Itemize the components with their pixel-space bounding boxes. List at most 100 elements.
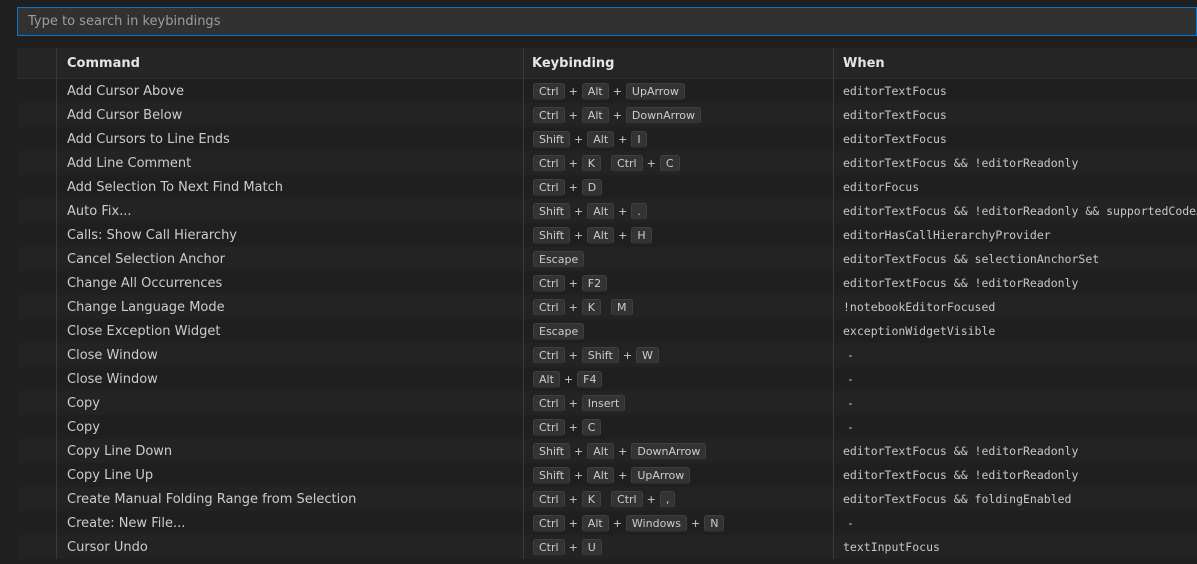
command-label: Add Line Comment — [67, 155, 192, 171]
key-label: K — [581, 154, 602, 172]
table-row[interactable]: Add Selection To Next Find Match Ctrl + Ded… — [17, 175, 1197, 199]
when-clause: editorTextFocus && foldingEnabled — [843, 492, 1072, 506]
table-row[interactable]: Add Cursor Below Ctrl + Alt + DownArrow editor… — [17, 103, 1197, 127]
key-label: U — [581, 538, 602, 556]
table-row[interactable]: Change All Occurrences Ctrl + F2 editorTextF… — [17, 271, 1197, 295]
key-label: K — [581, 490, 602, 508]
keybinding-cell[interactable]: Shift + Alt + H — [532, 223, 832, 247]
plus-separator: + — [612, 516, 622, 530]
key-label: Ctrl — [533, 178, 565, 196]
table-header: Command Keybinding When — [17, 48, 1197, 79]
command-label: Add Cursor Below — [67, 107, 183, 123]
key-label: D — [581, 178, 603, 196]
column-divider[interactable] — [833, 48, 834, 559]
table-row[interactable]: Copy Line Down Shift + Alt + DownArrow editorT… — [17, 439, 1197, 463]
table-row[interactable]: Create Manual Folding Range from Selecti… — [17, 487, 1197, 511]
column-header-keybinding[interactable]: Keybinding — [532, 48, 832, 78]
table-row[interactable]: Add Cursor Above Ctrl + Alt + UpArrow editorTe… — [17, 79, 1197, 103]
table-row[interactable]: Create: New File... Ctrl + Alt + Windows + N - — [17, 511, 1197, 535]
table-row[interactable]: Calls: Show Call Hierarchy Shift + Alt + Hedi… — [17, 223, 1197, 247]
key-label: Alt — [587, 130, 615, 148]
table-row[interactable]: Copy Line Up Shift + Alt + UpArrow editorTextF… — [17, 463, 1197, 487]
plus-separator: + — [622, 348, 633, 362]
plus-separator: + — [568, 300, 578, 314]
key-label: Alt — [587, 442, 615, 460]
key-label: Ctrl — [533, 298, 565, 316]
key-label: Shift — [533, 226, 571, 244]
keybinding-cell[interactable]: Ctrl + Alt + Windows + N — [532, 511, 832, 535]
table-row[interactable]: Add Cursors to Line Ends Shift + Alt + Iedito… — [17, 127, 1197, 151]
key-label: Shift — [581, 346, 619, 364]
keybinding-cell[interactable]: Ctrl + D — [532, 175, 832, 199]
key-label: Escape — [533, 250, 585, 268]
key-label: Ctrl — [611, 490, 643, 508]
table-row[interactable]: Close Window Ctrl + Shift + W - — [17, 343, 1197, 367]
keybinding-cell[interactable]: Ctrl + Insert — [532, 391, 832, 415]
command-label: Cancel Selection Anchor — [67, 251, 226, 267]
column-divider[interactable] — [523, 48, 524, 559]
plus-separator: + — [568, 156, 578, 170]
key-label: W — [636, 346, 659, 364]
table-body: Add Cursor Above Ctrl + Alt + UpArrow editorTe… — [17, 79, 1197, 559]
table-row[interactable]: Close Window Alt + F4 - — [17, 367, 1197, 391]
keybinding-cell[interactable]: Ctrl + Alt + DownArrow — [532, 103, 832, 127]
key-label: C — [659, 154, 680, 172]
key-label: DownArrow — [625, 106, 701, 124]
keybindings-table: Command Keybinding When Add Cursor Above… — [17, 48, 1197, 559]
plus-separator: + — [568, 180, 578, 194]
keybinding-cell[interactable]: Shift + Alt + DownArrow — [532, 439, 832, 463]
key-label: H — [631, 226, 652, 244]
keybinding-cell[interactable]: Ctrl + U — [532, 535, 832, 559]
plus-separator: + — [563, 372, 574, 386]
table-row[interactable]: Add Line Comment Ctrl + K Ctrl + CeditorTextFo… — [17, 151, 1197, 175]
when-clause: editorTextFocus && selectionAnchorSet — [843, 252, 1100, 266]
keybinding-cell[interactable]: Shift + Alt +. — [532, 199, 832, 223]
when-clause: editorTextFocus — [843, 108, 947, 122]
plus-separator: + — [646, 156, 656, 170]
column-header-command[interactable]: Command — [67, 48, 522, 78]
when-clause: - — [847, 348, 854, 362]
table-row[interactable]: Cancel Selection Anchor Escape editorTextF… — [17, 247, 1197, 271]
plus-separator: + — [691, 516, 701, 530]
keybinding-cell[interactable]: Ctrl + K Ctrl +, — [532, 487, 832, 511]
table-row[interactable]: Cursor Undo Ctrl + UtextInputFocus — [17, 535, 1197, 559]
key-label: Escape — [533, 322, 585, 340]
keybinding-cell[interactable]: Escape — [532, 247, 832, 271]
keybinding-cell[interactable]: Shift + Alt + UpArrow — [532, 463, 832, 487]
key-label: Alt — [581, 82, 609, 100]
keybindings-search-input[interactable] — [17, 7, 1197, 36]
keybinding-cell[interactable]: Ctrl + Shift + W — [532, 343, 832, 367]
key-label: Ctrl — [533, 418, 565, 436]
keybinding-cell[interactable]: Ctrl + C — [532, 415, 832, 439]
key-label: Shift — [533, 130, 571, 148]
plus-separator: + — [618, 204, 628, 218]
plus-separator: + — [574, 204, 584, 218]
plus-separator: + — [612, 108, 622, 122]
key-label: N — [704, 514, 725, 532]
table-row[interactable]: Change Language Mode Ctrl + K M !notebookEdit… — [17, 295, 1197, 319]
plus-separator: + — [568, 84, 578, 98]
column-header-when[interactable]: When — [843, 48, 1197, 78]
plus-separator: + — [568, 396, 578, 410]
table-row[interactable]: Copy Ctrl + Insert - — [17, 391, 1197, 415]
key-label: Ctrl — [533, 538, 565, 556]
plus-separator: + — [568, 540, 578, 554]
key-label: Alt — [587, 202, 615, 220]
plus-separator: + — [618, 132, 628, 146]
column-divider[interactable] — [56, 48, 57, 559]
key-label: I — [631, 130, 647, 148]
keybinding-cell[interactable]: Ctrl + K M — [532, 295, 832, 319]
table-row[interactable]: Close Exception Widget Escape exceptionWid… — [17, 319, 1197, 343]
table-row[interactable]: Copy Ctrl + C - — [17, 415, 1197, 439]
keybinding-cell[interactable]: Alt + F4 — [532, 367, 832, 391]
plus-separator: + — [574, 468, 584, 482]
keybinding-cell[interactable]: Escape — [532, 319, 832, 343]
keybinding-cell[interactable]: Ctrl + F2 — [532, 271, 832, 295]
command-label: Change All Occurrences — [67, 275, 223, 291]
keybinding-cell[interactable]: Ctrl + K Ctrl + C — [532, 151, 832, 175]
table-row[interactable]: Auto Fix... Shift + Alt +. editorTextFocus &&… — [17, 199, 1197, 223]
keybinding-cell[interactable]: Shift + Alt + I — [532, 127, 832, 151]
command-label: Create Manual Folding Range from Selecti… — [67, 491, 357, 507]
key-label: Ctrl — [533, 490, 565, 508]
keybinding-cell[interactable]: Ctrl + Alt + UpArrow — [532, 79, 832, 103]
